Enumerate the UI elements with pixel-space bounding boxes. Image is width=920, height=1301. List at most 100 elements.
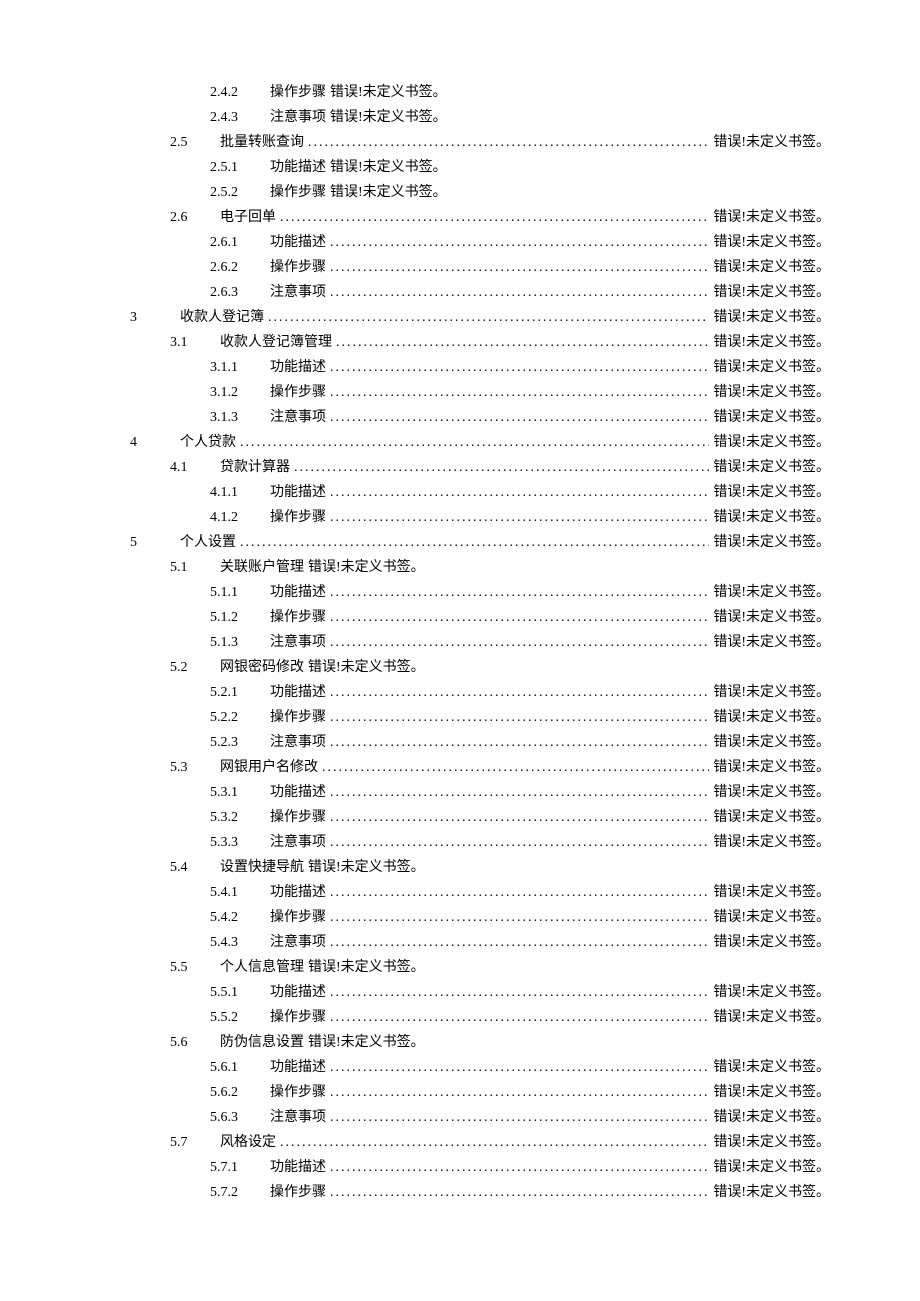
toc-number: 3.1.2 — [210, 380, 270, 405]
toc-number: 5.1.2 — [210, 605, 270, 630]
toc-number: 5.4.2 — [210, 905, 270, 930]
toc-title: 注意事项 — [270, 405, 330, 430]
toc-page-error: 错误!未定义书签。 — [709, 1130, 830, 1155]
toc-leader-dots — [330, 605, 709, 630]
toc-entry: 2.6.2操作步骤错误!未定义书签。 — [90, 255, 830, 280]
toc-leader-dots — [330, 1180, 709, 1205]
toc-leader-dots — [330, 905, 709, 930]
toc-number: 2.5 — [170, 130, 220, 155]
toc-number: 5.2 — [170, 655, 220, 680]
toc-leader-dots — [294, 455, 709, 480]
toc-number: 2.5.2 — [210, 180, 270, 205]
toc-entry: 5个人设置错误!未定义书签。 — [90, 530, 830, 555]
toc-page-error: 错误!未定义书签。 — [709, 530, 830, 555]
toc-leader-dots — [330, 480, 709, 505]
toc-title: 操作步骤 — [270, 605, 330, 630]
toc-leader-dots — [330, 680, 709, 705]
toc-entry: 3收款人登记簿错误!未定义书签。 — [90, 305, 830, 330]
toc-number: 5.6 — [170, 1030, 220, 1055]
toc-entry: 5.7.2操作步骤错误!未定义书签。 — [90, 1180, 830, 1205]
toc-entry: 5.2.2操作步骤错误!未定义书签。 — [90, 705, 830, 730]
toc-number: 2.5.1 — [210, 155, 270, 180]
toc-number: 5.2.1 — [210, 680, 270, 705]
toc-leader-dots — [280, 1130, 709, 1155]
toc-entry: 5.4设置快捷导航错误!未定义书签。 — [90, 855, 830, 880]
toc-leader-dots — [240, 430, 709, 455]
toc-entry: 3.1.2操作步骤错误!未定义书签。 — [90, 380, 830, 405]
toc-entry: 2.6.1功能描述错误!未定义书签。 — [90, 230, 830, 255]
toc-number: 5.6.2 — [210, 1080, 270, 1105]
toc-title: 操作步骤 — [270, 255, 330, 280]
toc-entry: 5.2.3注意事项错误!未定义书签。 — [90, 730, 830, 755]
toc-entry: 5.4.1功能描述错误!未定义书签。 — [90, 880, 830, 905]
toc-leader-dots — [336, 330, 709, 355]
toc-entry: 5.6.3注意事项错误!未定义书签。 — [90, 1105, 830, 1130]
toc-page-error: 错误!未定义书签。 — [709, 880, 830, 905]
toc-leader-dots — [330, 380, 709, 405]
toc-title: 功能描述 — [270, 780, 330, 805]
toc-number: 5.5.2 — [210, 1005, 270, 1030]
toc-number: 5.3.1 — [210, 780, 270, 805]
toc-title: 注意事项 — [270, 105, 330, 130]
toc-title: 功能描述 — [270, 480, 330, 505]
toc-entry: 5.3.1功能描述错误!未定义书签。 — [90, 780, 830, 805]
toc-page-error: 错误!未定义书签。 — [709, 1005, 830, 1030]
toc-page-error: 错误!未定义书签。 — [709, 605, 830, 630]
toc-entry: 5.5.1功能描述错误!未定义书签。 — [90, 980, 830, 1005]
toc-entry: 2.6.3注意事项 错误!未定义书签。 — [90, 280, 830, 305]
toc-number: 3.1.3 — [210, 405, 270, 430]
toc-entry: 5.7.1功能描述错误!未定义书签。 — [90, 1155, 830, 1180]
toc-entry: 5.1.1功能描述错误!未定义书签。 — [90, 580, 830, 605]
toc-number: 5.1 — [170, 555, 220, 580]
toc-number: 2.4.3 — [210, 105, 270, 130]
toc-title: 注意事项 — [270, 930, 330, 955]
toc-page-error: 错误!未定义书签。 — [709, 1105, 830, 1130]
toc-title: 注意事项 — [270, 630, 330, 655]
toc-page-error: 错误!未定义书签。 — [709, 730, 830, 755]
toc-entry: 5.1.2操作步骤 错误!未定义书签。 — [90, 605, 830, 630]
toc-number: 5 — [130, 530, 180, 555]
toc-title: 批量转账查询 — [220, 130, 308, 155]
toc-page-error: 错误!未定义书签。 — [709, 280, 830, 305]
toc-title: 操作步骤 — [270, 180, 330, 205]
toc-entry: 4个人贷款错误!未定义书签。 — [90, 430, 830, 455]
toc-entry: 2.5.1功能描述错误!未定义书签。 — [90, 155, 830, 180]
toc-leader-dots — [330, 1005, 709, 1030]
toc-leader-dots — [330, 880, 709, 905]
toc-number: 5.7 — [170, 1130, 220, 1155]
toc-number: 5.7.2 — [210, 1180, 270, 1205]
toc-number: 5.4 — [170, 855, 220, 880]
toc-number: 3.1.1 — [210, 355, 270, 380]
toc-title: 操作步骤 — [270, 1080, 330, 1105]
toc-leader-dots — [330, 705, 709, 730]
toc-page-error: 错误!未定义书签。 — [709, 480, 830, 505]
toc-title: 操作步骤 — [270, 905, 330, 930]
table-of-contents: 2.4.2操作步骤错误!未定义书签。2.4.3注意事项错误!未定义书签。2.5批… — [90, 80, 830, 1205]
toc-entry: 2.4.2操作步骤错误!未定义书签。 — [90, 80, 830, 105]
toc-number: 2.6.3 — [210, 280, 270, 305]
toc-title: 注意事项 — [270, 280, 330, 305]
toc-leader-dots — [330, 805, 709, 830]
toc-page-error: 错误!未定义书签。 — [709, 905, 830, 930]
toc-title: 操作步骤 — [270, 1180, 330, 1205]
toc-entry: 5.2网银密码修改错误!未定义书签。 — [90, 655, 830, 680]
toc-title: 功能描述 — [270, 1055, 330, 1080]
toc-leader-dots — [330, 930, 709, 955]
toc-number: 5.3 — [170, 755, 220, 780]
toc-leader-dots — [268, 305, 709, 330]
toc-title: 操作步骤 — [270, 1005, 330, 1030]
toc-page-error: 错误!未定义书签。 — [709, 330, 830, 355]
toc-leader-dots — [330, 255, 709, 280]
toc-number: 5.1.3 — [210, 630, 270, 655]
toc-leader-dots — [330, 230, 709, 255]
toc-title: 个人贷款 — [180, 430, 240, 455]
toc-title: 收款人登记簿管理 — [220, 330, 336, 355]
toc-number: 5.2.3 — [210, 730, 270, 755]
toc-entry: 5.6.1功能描述错误!未定义书签。 — [90, 1055, 830, 1080]
toc-title: 贷款计算器 — [220, 455, 294, 480]
toc-number: 5.4.1 — [210, 880, 270, 905]
toc-entry: 4.1.1功能描述 错误!未定义书签。 — [90, 480, 830, 505]
toc-page-error: 错误!未定义书签。 — [709, 1155, 830, 1180]
toc-number: 4.1.1 — [210, 480, 270, 505]
toc-leader-dots — [330, 280, 709, 305]
